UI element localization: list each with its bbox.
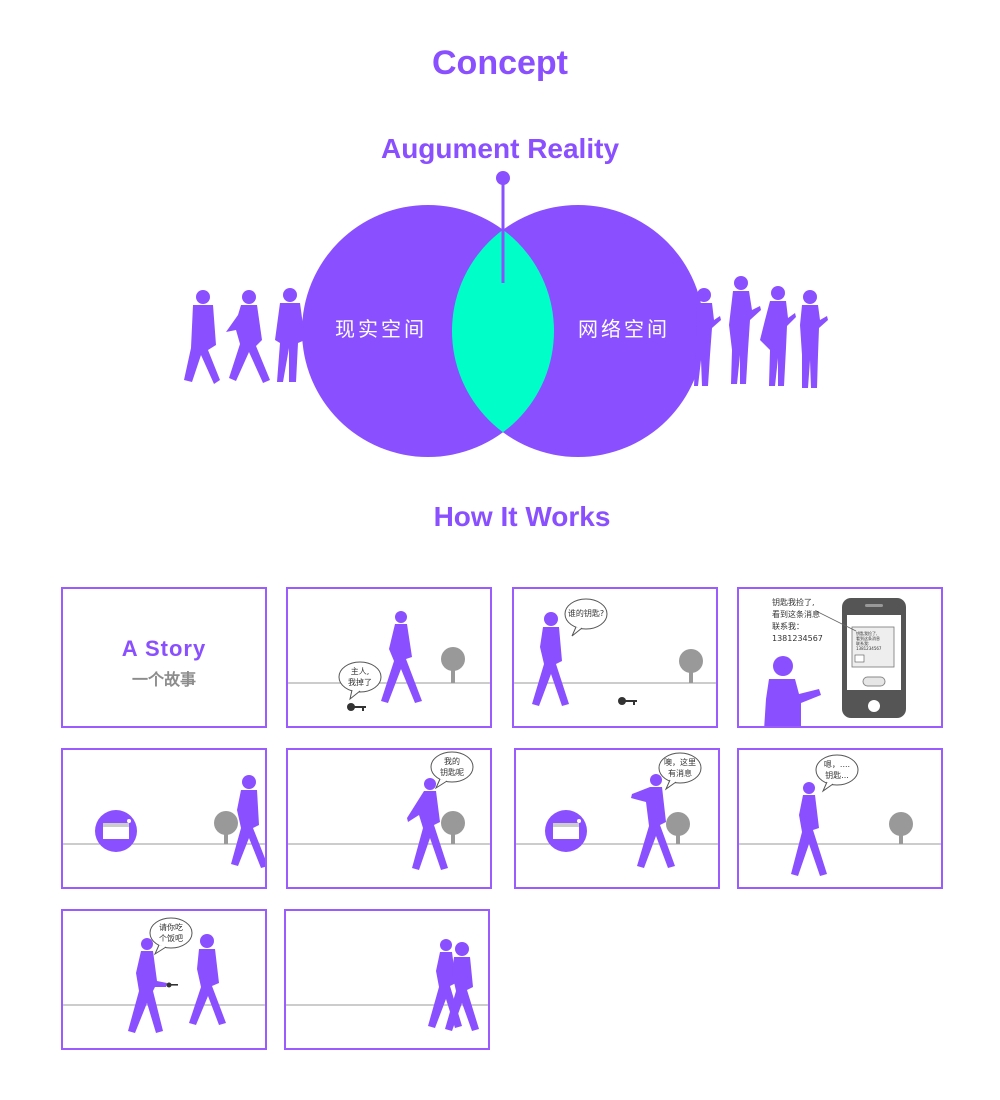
bubble-text: 我的 钥匙呢 [440,757,464,777]
story-panel-5 [61,748,267,889]
phone-screen-message: 钥匙我捡了, 看到这条消息 联系我: 1381234567 [856,631,882,651]
walking-people-left [184,288,305,384]
story-panel-6: 我的 钥匙呢 [286,748,492,889]
story-panel-4: 钥匙我捡了, 看到这条消息 联系我： 1381234567 钥匙我捡了, 看到这… [737,587,943,728]
walker-silhouette-1 [184,290,220,384]
ar-message-marker-icon [545,810,587,852]
bubble-text: 噢，这里 有消息 [664,758,696,778]
story-title: A Story [121,636,207,661]
walking-woman-silhouette [791,782,827,876]
walking-man-silhouette [189,934,226,1025]
phone-user-silhouette-2 [729,276,761,384]
story-panel-3: 谁的钥匙? [512,587,718,728]
walking-couple-silhouette [428,939,479,1031]
how-it-works-title: How It Works [433,501,611,532]
phone-people-right [694,276,828,388]
key-icon [166,982,178,988]
phone-user-silhouette-3 [760,286,796,386]
ar-message-marker-icon [95,810,137,852]
tree-icon [889,812,913,844]
story-panel-8: 嗯，.... 钥匙... [737,748,943,889]
walker-silhouette-2 [226,290,270,383]
tree-icon [666,812,690,844]
story-panel-7: 噢，这里 有消息 [514,748,720,889]
venn-diagram: 现实空间 网络空间 [184,171,828,457]
walking-man-silhouette [532,612,569,706]
tree-icon [441,647,465,683]
story-panel-10 [284,909,490,1050]
walking-woman-silhouette [128,938,167,1033]
story-subtitle: 一个故事 [131,672,196,689]
concept-title: Concept [432,44,568,82]
smartphone-icon [842,598,906,718]
phone-user-silhouette-4 [800,290,828,388]
key-icon [618,697,637,705]
story-panel-2: 主人, 我掉了 [286,587,492,728]
bubble-text: 主人, 我掉了 [348,667,372,687]
story-panel-1: A Story 一个故事 [61,587,267,728]
message-note: 钥匙我捡了, 看到这条消息 联系我： 1381234567 [772,598,823,643]
tree-icon [679,649,703,683]
phone-user-silhouette [764,656,821,726]
cyber-space-label: 网络空间 [578,317,670,341]
tree-icon [214,811,238,844]
walking-woman-silhouette [381,611,422,703]
bubble-text: 谁的钥匙? [567,609,605,618]
real-space-label: 现实空间 [335,317,427,341]
tree-icon [441,811,465,844]
bubble-text: 请你吃 个饭吧 [159,923,183,943]
key-icon [347,703,366,711]
walker-silhouette-3 [275,288,305,382]
story-panel-9: 请你吃 个饭吧 [61,909,267,1050]
bubble-text: 嗯，.... 钥匙... [823,760,851,780]
pointer-dot [496,171,510,185]
